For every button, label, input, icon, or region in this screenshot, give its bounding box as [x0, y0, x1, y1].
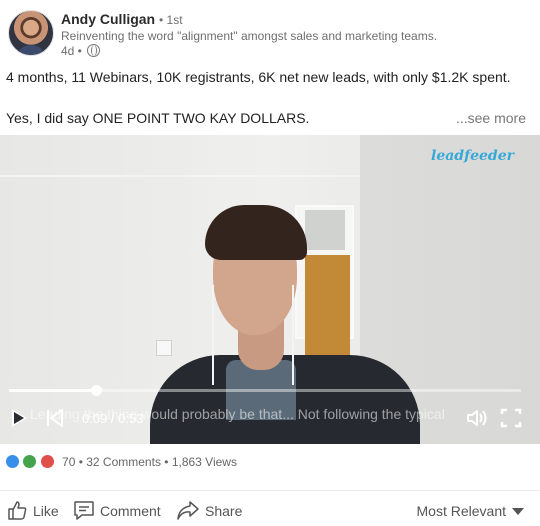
like-label: Like — [33, 503, 59, 519]
share-arrow-icon — [177, 501, 199, 520]
chevron-down-icon — [512, 508, 524, 515]
video-person-hair — [205, 205, 307, 260]
post-age: 4d • — [61, 44, 82, 58]
post-action-bar: Like Comment Share Most Relevant — [0, 490, 540, 526]
post-text-line-2: Yes, I did say ONE POINT TWO KAY DOLLARS… — [6, 110, 310, 126]
video-light-switch — [156, 340, 172, 356]
video-door-glass — [305, 210, 345, 250]
sort-dropdown[interactable]: Most Relevant — [417, 503, 524, 519]
connection-degree: • 1st — [159, 13, 183, 27]
fullscreen-icon[interactable] — [500, 408, 522, 428]
celebrate-reaction-icon — [23, 455, 37, 468]
thumbs-up-icon — [8, 501, 27, 520]
comment-label: Comment — [100, 503, 161, 519]
author-name-row: Andy Culligan • 1st — [61, 11, 183, 28]
comment-icon — [74, 501, 94, 520]
skip-back-icon[interactable] — [45, 408, 65, 428]
video-progress-bar[interactable] — [9, 389, 521, 392]
video-earbud-cable-left — [212, 285, 214, 385]
author-headline: Reinventing the word "alignment" amongst… — [61, 29, 438, 43]
share-label: Share — [205, 503, 243, 519]
like-button[interactable]: Like — [6, 499, 59, 521]
post-timestamp: 4d • — [61, 44, 101, 58]
video-progress-fill — [9, 389, 97, 392]
comment-button[interactable]: Comment — [73, 499, 161, 521]
post-text-line-1: 4 months, 11 Webinars, 10K registrants, … — [6, 69, 511, 85]
see-more-link[interactable]: ...see more — [456, 110, 526, 126]
engagement-counts[interactable]: 70 • 32 Comments • 1,863 Views — [62, 455, 237, 469]
video-player[interactable]: leadfeeder — [0, 135, 540, 444]
globe-icon — [87, 44, 101, 57]
video-progress-handle[interactable] — [91, 385, 103, 396]
like-reaction-icon — [6, 455, 19, 468]
video-time-display: 0:09 / 0:53 — [82, 411, 144, 426]
sort-label: Most Relevant — [416, 503, 506, 519]
author-avatar[interactable] — [8, 10, 54, 56]
video-earbud-cable-right — [292, 285, 294, 385]
play-icon[interactable] — [12, 409, 27, 427]
reactions-summary[interactable]: 70 • 32 Comments • 1,863 Views — [6, 455, 237, 471]
love-reaction-icon — [40, 455, 54, 468]
author-name[interactable]: Andy Culligan — [61, 11, 155, 27]
post-header: Andy Culligan • 1st Reinventing the word… — [0, 0, 540, 64]
leadfeeder-watermark: leadfeeder — [431, 148, 514, 164]
share-button[interactable]: Share — [176, 499, 242, 521]
volume-icon[interactable] — [466, 408, 490, 428]
